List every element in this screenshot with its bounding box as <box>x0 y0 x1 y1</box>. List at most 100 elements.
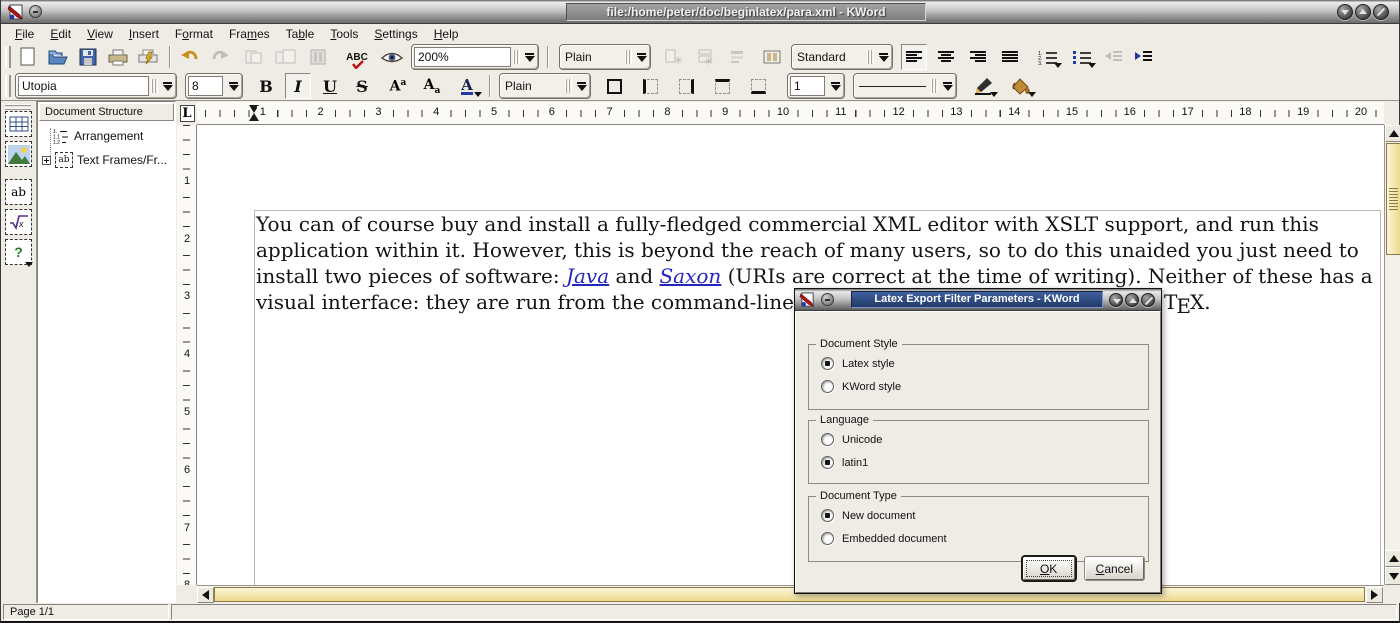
zoom-value[interactable]: 200% <box>414 47 511 67</box>
border-width-value[interactable]: 1 <box>790 76 825 96</box>
menu-frames[interactable]: Frames <box>221 27 278 41</box>
radio-new-document[interactable]: New document <box>821 509 915 522</box>
radio-unicode[interactable]: Unicode <box>821 433 882 446</box>
hyperlink-java[interactable]: Java <box>566 264 609 288</box>
window-close-icon[interactable] <box>1373 4 1389 20</box>
window-minimize-icon[interactable] <box>1337 4 1353 20</box>
scroll-left-button[interactable] <box>197 587 214 603</box>
document-line[interactable]: application within it. However, this is … <box>256 237 1378 263</box>
background-color-button[interactable] <box>1005 73 1037 99</box>
font-color-dropdown-icon[interactable] <box>474 92 482 97</box>
save-button[interactable] <box>75 44 101 70</box>
scroll-down-button[interactable] <box>1385 567 1400 585</box>
paste-frame-button[interactable] <box>305 44 331 70</box>
insert-contents-button[interactable]: ✳ <box>693 44 719 70</box>
bullet-list-button[interactable] <box>1067 44 1097 70</box>
font-value[interactable]: Utopia <box>18 76 149 96</box>
insert-picture-button[interactable] <box>5 141 32 167</box>
border-style-combo[interactable] <box>853 73 957 99</box>
document-line[interactable]: install two pieces of software: Java and… <box>256 263 1378 289</box>
border-color-dropdown-icon[interactable] <box>990 92 998 97</box>
superscript-button[interactable]: Aa <box>383 73 413 99</box>
zoom-combo[interactable]: 200% <box>411 44 539 70</box>
radio-kword-style[interactable]: KWord style <box>821 380 901 393</box>
vertical-scrollbar[interactable] <box>1384 125 1400 585</box>
window-maximize-icon[interactable] <box>1355 4 1371 20</box>
frame-style-combo[interactable]: Plain <box>499 73 591 99</box>
border-color-button[interactable] <box>967 73 999 99</box>
align-center-button[interactable] <box>933 44 959 70</box>
radio-selected-icon[interactable] <box>821 456 834 469</box>
vertical-ruler[interactable]: 12345678 <box>177 125 197 585</box>
redo-button[interactable] <box>207 44 233 70</box>
window-maximize-icon[interactable] <box>1125 293 1139 307</box>
object-dropdown-icon[interactable] <box>25 262 33 267</box>
menu-table[interactable]: Table <box>278 27 323 41</box>
insert-formula-button[interactable]: x <box>5 209 32 235</box>
border-bottom-button[interactable] <box>745 73 771 99</box>
toolbar-grip[interactable] <box>5 75 11 97</box>
scroll-right-button[interactable] <box>1366 587 1383 603</box>
horizontal-scrollbar-thumb[interactable] <box>214 587 1365 602</box>
radio-selected-icon[interactable] <box>821 357 834 370</box>
increase-indent-button[interactable] <box>1131 44 1157 70</box>
font-size-combo[interactable]: 8 <box>185 73 243 99</box>
menu-tools[interactable]: Tools <box>322 27 366 41</box>
paragraph-style-combo[interactable]: Plain <box>559 44 651 70</box>
radio-selected-icon[interactable] <box>821 509 834 522</box>
print-button[interactable] <box>105 44 131 70</box>
document-page[interactable]: You can of course buy and install a full… <box>197 125 1384 585</box>
border-left-button[interactable] <box>637 73 663 99</box>
subscript-button[interactable]: Aa <box>417 73 447 99</box>
scroll-up-button-bottom[interactable] <box>1385 550 1400 567</box>
insert-formula-frame-button[interactable] <box>759 44 785 70</box>
window-titlebar[interactable]: file:/home/peter/doc/beginlatex/para.xml… <box>1 0 1399 24</box>
border-width-combo[interactable]: 1 <box>787 73 845 99</box>
menu-edit[interactable]: Edit <box>42 27 79 41</box>
radio-latex-style[interactable]: Latex style <box>821 357 895 370</box>
insert-variable-button[interactable] <box>725 44 751 70</box>
insert-object-button[interactable]: ? <box>5 239 32 265</box>
insert-table-button[interactable] <box>5 111 32 137</box>
insert-text-frame-button[interactable]: ab <box>5 179 32 205</box>
dialog-menu-button[interactable] <box>821 293 834 306</box>
new-document-button[interactable] <box>15 44 41 70</box>
combo-arrow-icon[interactable] <box>875 45 892 69</box>
combo-arrow-icon[interactable] <box>633 45 650 69</box>
cancel-button[interactable]: Cancel <box>1085 557 1144 580</box>
font-combo[interactable]: Utopia <box>15 73 177 99</box>
copy-frame-button[interactable] <box>273 44 299 70</box>
scroll-up-button[interactable] <box>1385 125 1400 142</box>
align-left-button[interactable] <box>901 44 927 70</box>
toolbar-grip[interactable] <box>5 46 11 68</box>
combo-arrow-icon[interactable] <box>159 74 176 98</box>
style-list-value[interactable]: Standard <box>792 45 867 69</box>
cut-frame-button[interactable] <box>241 44 267 70</box>
window-menu-button[interactable] <box>29 5 42 18</box>
paragraph-style-value[interactable]: Plain <box>560 45 625 69</box>
hyperlink-saxon[interactable]: Saxon <box>659 264 721 288</box>
combo-arrow-icon[interactable] <box>573 74 590 98</box>
menu-file[interactable]: File <box>7 27 42 41</box>
decrease-indent-button[interactable] <box>1101 44 1127 70</box>
border-top-button[interactable] <box>709 73 735 99</box>
radio-unselected-icon[interactable] <box>821 380 834 393</box>
bold-button[interactable]: B <box>253 73 279 99</box>
window-close-icon[interactable] <box>1141 293 1155 307</box>
strikethrough-button[interactable]: S <box>349 73 375 99</box>
tree-item-arrangement[interactable]: 1. 1.1 1.2 Arrangement <box>52 128 143 144</box>
frame-style-value[interactable]: Plain <box>500 74 565 98</box>
tree-item-text-frames[interactable]: ab Text Frames/Fr... <box>42 152 167 168</box>
numbered-list-dropdown-icon[interactable] <box>1054 63 1062 68</box>
radio-latin1[interactable]: latin1 <box>821 456 868 469</box>
spellcheck-button[interactable]: ABC <box>341 44 373 70</box>
document-structure-header[interactable]: Document Structure <box>39 103 174 121</box>
undo-button[interactable] <box>177 44 203 70</box>
combo-arrow-icon[interactable] <box>827 74 844 98</box>
open-button[interactable] <box>45 44 71 70</box>
dialog-titlebar[interactable]: Latex Export Filter Parameters - KWord <box>795 289 1161 311</box>
insert-footnote-button[interactable]: ✳ <box>661 44 687 70</box>
radio-unselected-icon[interactable] <box>821 532 834 545</box>
radio-unselected-icon[interactable] <box>821 433 834 446</box>
combo-arrow-icon[interactable] <box>225 74 242 98</box>
